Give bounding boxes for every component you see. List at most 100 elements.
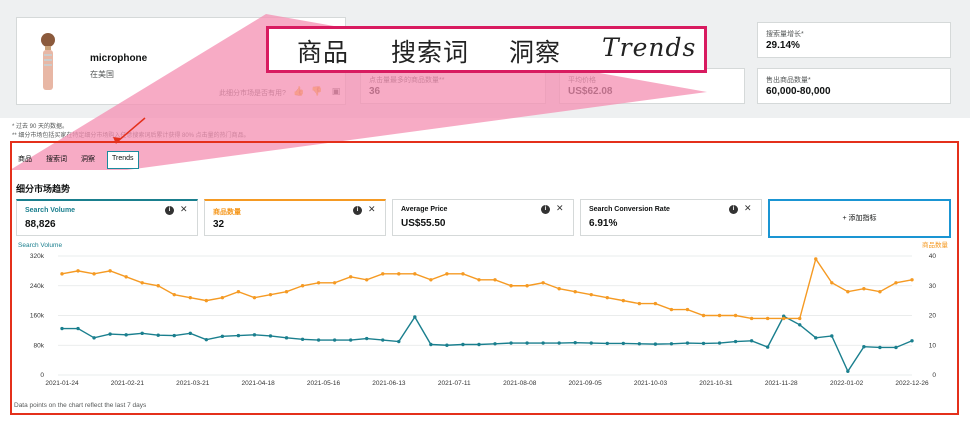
data-point bbox=[172, 292, 176, 297]
data-point bbox=[108, 332, 112, 336]
data-point bbox=[701, 313, 706, 318]
data-point bbox=[798, 316, 802, 321]
data-point bbox=[685, 341, 690, 345]
x-axis-tick-label: 2021-05-16 bbox=[307, 380, 341, 387]
data-point bbox=[172, 333, 176, 338]
data-point bbox=[124, 275, 128, 279]
data-point bbox=[685, 307, 690, 312]
data-point bbox=[814, 336, 818, 340]
left-axis-tick-label: 160k bbox=[30, 313, 45, 320]
data-point bbox=[717, 341, 722, 345]
data-point bbox=[541, 281, 545, 285]
data-point bbox=[60, 326, 64, 331]
data-point bbox=[188, 295, 193, 300]
data-point bbox=[493, 278, 497, 282]
x-axis-tick-label: 2021-09-05 bbox=[568, 380, 602, 387]
data-point bbox=[204, 337, 209, 342]
data-point bbox=[348, 275, 353, 279]
data-point bbox=[669, 307, 674, 312]
data-point bbox=[605, 295, 609, 300]
trend-chart: 320k 240k 160k 80k 0 40 30 20 10 0 Search Volume 商品… bbox=[18, 240, 949, 387]
data-point bbox=[124, 333, 128, 337]
data-point bbox=[717, 313, 722, 318]
data-point bbox=[220, 334, 225, 339]
data-point bbox=[76, 269, 80, 273]
data-point bbox=[910, 278, 914, 282]
data-point bbox=[236, 333, 241, 338]
data-point bbox=[236, 290, 241, 294]
data-point bbox=[252, 333, 257, 337]
x-axis-tick-label: 2021-01-24 bbox=[45, 380, 79, 387]
x-axis-tick-label: 2022-12-26 bbox=[895, 380, 929, 387]
data-point bbox=[140, 331, 144, 336]
data-point bbox=[605, 341, 609, 346]
data-point bbox=[765, 316, 770, 321]
series-line-product-count bbox=[61, 257, 913, 320]
data-point bbox=[541, 341, 545, 345]
data-point bbox=[461, 272, 465, 276]
data-point bbox=[894, 281, 898, 285]
data-point bbox=[348, 338, 353, 342]
data-point bbox=[300, 337, 305, 341]
data-point bbox=[188, 331, 193, 336]
data-point bbox=[637, 301, 642, 306]
data-point bbox=[749, 339, 754, 343]
left-axis-tick-label: 80k bbox=[34, 342, 45, 349]
data-point bbox=[140, 281, 144, 285]
left-axis-title: Search Volume bbox=[18, 242, 62, 249]
data-point bbox=[509, 341, 513, 345]
data-point bbox=[557, 287, 561, 291]
right-axis-tick-label: 10 bbox=[929, 342, 937, 349]
x-axis-tick-label: 2021-08-08 bbox=[503, 380, 537, 387]
data-point bbox=[621, 341, 626, 346]
x-axis-tick-label: 2021-02-21 bbox=[111, 380, 145, 387]
data-point bbox=[846, 369, 850, 373]
data-point bbox=[268, 334, 273, 338]
data-point bbox=[445, 272, 449, 276]
data-point bbox=[798, 323, 802, 327]
data-point bbox=[573, 340, 577, 345]
data-point bbox=[910, 339, 914, 343]
data-point bbox=[252, 295, 257, 300]
data-point bbox=[429, 342, 433, 347]
data-point bbox=[397, 339, 401, 344]
data-point bbox=[862, 345, 866, 349]
data-point bbox=[653, 301, 658, 306]
series-line-search-volume bbox=[62, 315, 913, 373]
right-axis-tick-label: 30 bbox=[929, 283, 937, 290]
data-point bbox=[284, 290, 289, 294]
data-point bbox=[477, 278, 481, 282]
data-point bbox=[830, 334, 834, 338]
data-point bbox=[220, 295, 225, 300]
data-point bbox=[60, 272, 64, 276]
data-point bbox=[669, 342, 674, 346]
data-point bbox=[332, 281, 337, 285]
x-axis-tick-label: 2021-06-13 bbox=[372, 380, 406, 387]
data-point bbox=[589, 292, 593, 297]
data-point bbox=[557, 341, 561, 345]
data-point bbox=[525, 341, 529, 345]
x-axis-tick-label: 2021-04-18 bbox=[242, 380, 276, 387]
data-point bbox=[621, 298, 626, 303]
data-point bbox=[637, 342, 642, 346]
data-point bbox=[878, 345, 882, 350]
data-point bbox=[894, 345, 898, 350]
data-point bbox=[701, 341, 706, 346]
data-point bbox=[862, 287, 866, 291]
left-axis-tick-label: 0 bbox=[40, 372, 44, 379]
data-point bbox=[365, 278, 369, 282]
data-point bbox=[156, 333, 160, 337]
data-point bbox=[733, 313, 738, 318]
data-point bbox=[477, 342, 481, 347]
data-point bbox=[830, 281, 834, 285]
data-point bbox=[284, 336, 289, 340]
data-point bbox=[461, 342, 465, 347]
data-point bbox=[76, 326, 80, 331]
right-axis-tick-label: 20 bbox=[929, 313, 937, 320]
data-point bbox=[525, 284, 529, 288]
data-point bbox=[204, 298, 209, 303]
data-point bbox=[92, 272, 96, 276]
data-point bbox=[92, 336, 96, 340]
left-axis-tick-label: 240k bbox=[30, 283, 45, 290]
x-axis-tick-label: 2021-10-03 bbox=[634, 380, 668, 387]
